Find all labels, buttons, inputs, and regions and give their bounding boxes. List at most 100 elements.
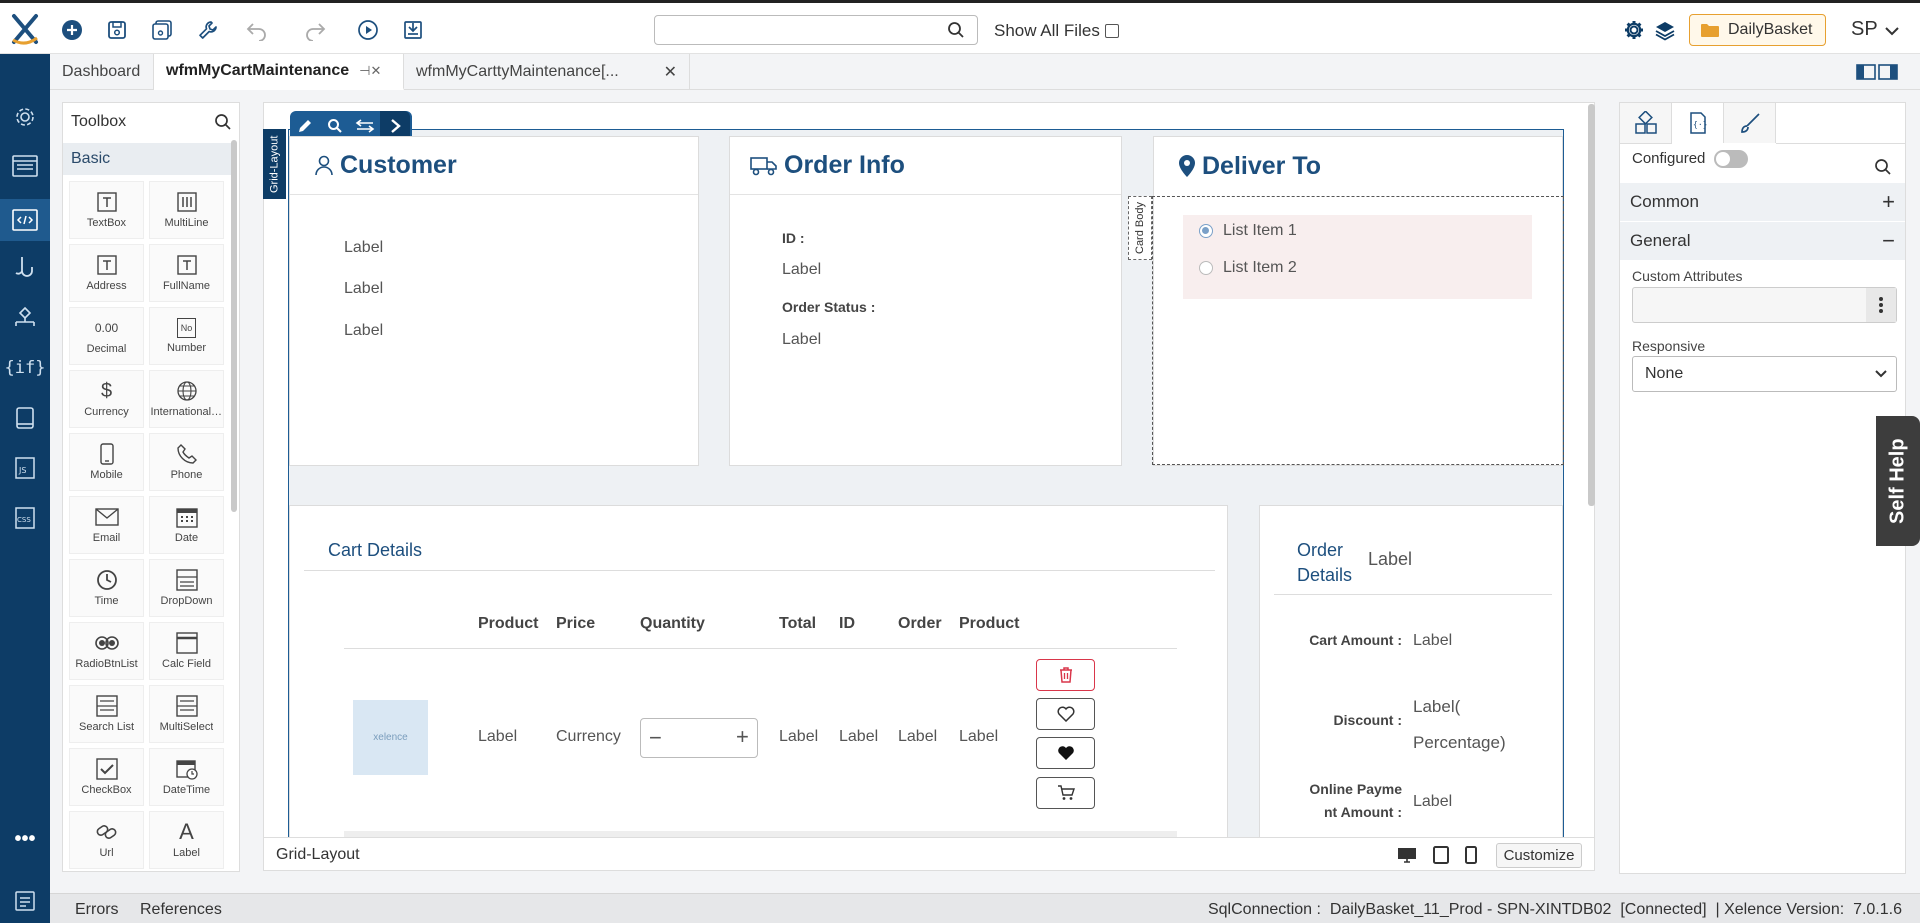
order-details-card[interactable]: Order Details Label Cart Amount : Label … [1259,505,1563,839]
section-general[interactable]: General − [1620,222,1905,260]
chevron-down-icon[interactable] [1884,25,1900,37]
sidebar-js-icon[interactable]: JS [10,453,40,483]
layers-icon[interactable] [1652,17,1678,43]
sidebar-forms-icon[interactable] [10,151,40,181]
tool-multiselect[interactable]: MultiSelect [149,685,224,743]
file-search-input[interactable] [663,16,943,44]
redo-icon[interactable] [302,17,328,43]
sidebar-settings-icon[interactable] [10,102,40,132]
deliver-to-title: Deliver To [1202,151,1322,180]
tablet-view-icon[interactable] [1433,846,1449,864]
col-header-order: Order [898,615,942,632]
tool-phone[interactable]: Phone [149,433,224,491]
tab-components[interactable] [1620,103,1672,143]
tab-style[interactable] [1724,103,1776,143]
url-icon [95,821,119,843]
database-selector-button[interactable]: DailyBasket [1689,14,1826,46]
references-tab[interactable]: References [140,901,222,919]
tool-datetime[interactable]: DateTime [149,748,224,806]
tool-number[interactable]: No Number [149,307,224,365]
tool-url[interactable]: Url [69,811,144,869]
desktop-view-icon[interactable] [1397,847,1417,863]
responsive-select[interactable]: None [1632,356,1897,392]
tool-mobile[interactable]: Mobile [69,433,144,491]
save-all-icon[interactable] [149,17,175,43]
close-icon[interactable]: ✕ [664,62,677,82]
tool-time[interactable]: Time [69,559,144,617]
textbox-icon [96,191,117,213]
tool-label: TextBox [86,217,127,229]
sidebar-device-icon[interactable] [10,403,40,433]
tool-label: DropDown [160,595,213,607]
custom-attributes-input[interactable] [1632,287,1897,323]
toolbox-search-icon[interactable] [214,113,232,131]
radio-list-item-1[interactable] [1199,224,1213,238]
sidebar-css-icon[interactable]: CSS [10,503,40,533]
tool-calc-field[interactable]: Calc Field [149,622,224,680]
add-icon[interactable] [59,17,85,43]
tab-wfm-my-cartty-maintenance[interactable]: wfmMyCarttyMaintenance[... ✕ [404,54,690,90]
pin-icon[interactable]: ⊣✕ [359,63,381,79]
mobile-view-icon[interactable] [1465,846,1477,864]
mobile-icon [99,443,114,465]
tool-search-list[interactable]: Search List [69,685,144,743]
section-common[interactable]: Common + [1620,183,1905,221]
properties-search-icon[interactable] [1874,158,1892,176]
delete-button[interactable] [1036,659,1095,691]
undo-icon[interactable] [244,17,270,43]
tab-properties[interactable]: {·} [1672,103,1724,143]
more-options-icon[interactable] [1866,288,1896,322]
tab-dashboard[interactable]: Dashboard [50,54,154,90]
run-icon[interactable] [355,17,381,43]
favorite-filled-button[interactable] [1036,737,1095,769]
tool-fullname[interactable]: FullName [149,244,224,302]
export-icon[interactable] [400,17,426,43]
customize-button[interactable]: Customize [1496,843,1582,868]
tool-label[interactable]: A Label [149,811,224,869]
wrench-icon[interactable] [195,17,221,43]
xelence-logo[interactable] [10,13,40,45]
tool-email[interactable]: Email [69,496,144,554]
order-info-card[interactable]: Order Info ID : Label Order Status : Lab… [729,136,1122,466]
split-view-icon[interactable] [1856,64,1898,80]
sidebar-more-icon[interactable]: ••• [10,824,40,854]
tool-international[interactable]: International ... [149,370,224,428]
canvas-scrollbar[interactable] [1588,104,1595,506]
settings-gear-icon[interactable] [1621,17,1647,43]
configured-toggle[interactable] [1714,150,1748,168]
radio-list-item-2[interactable] [1199,261,1213,275]
self-help-tab[interactable]: Self Help [1876,416,1920,546]
tool-currency[interactable]: $ Currency [69,370,144,428]
tool-radiobtnlist[interactable]: RadioBtnList [69,622,144,680]
file-search-box[interactable] [654,15,978,45]
sidebar-conditions-icon[interactable]: {if} [5,353,46,383]
tab-wfm-my-cart-maintenance[interactable]: wfmMyCartMaintenance ⊣✕ [154,54,404,90]
tool-date[interactable]: Date [149,496,224,554]
toolbox-section-basic[interactable]: Basic [63,143,231,175]
quantity-minus-button[interactable]: − [649,725,662,751]
quantity-plus-button[interactable]: + [736,724,749,750]
toolbox-scrollbar[interactable] [231,140,237,512]
favorite-outline-button[interactable] [1036,698,1095,730]
multiline-icon [176,191,197,213]
customer-card[interactable]: Customer Label Label Label [289,136,699,466]
tabs-underline [1776,143,1905,144]
errors-tab[interactable]: Errors [75,901,119,919]
tool-multiline[interactable]: MultiLine [149,181,224,239]
tool-label: DateTime [162,784,211,796]
tool-address[interactable]: Address [69,244,144,302]
tool-dropdown[interactable]: DropDown [149,559,224,617]
show-all-files-checkbox[interactable] [1105,24,1119,38]
add-to-cart-button[interactable] [1036,777,1095,809]
tool-decimal[interactable]: 0.00 Decimal [69,307,144,365]
user-initials[interactable]: SP [1851,18,1878,41]
search-icon[interactable] [947,21,965,39]
sidebar-hook-icon[interactable] [10,253,40,283]
sidebar-notes-icon[interactable] [10,886,40,916]
tool-checkbox[interactable]: CheckBox [69,748,144,806]
sidebar-workflow-icon[interactable] [10,303,40,333]
sidebar-code-icon[interactable] [10,205,40,235]
save-icon[interactable] [104,17,130,43]
tool-textbox[interactable]: TextBox [69,181,144,239]
checkbox-icon [95,758,118,780]
